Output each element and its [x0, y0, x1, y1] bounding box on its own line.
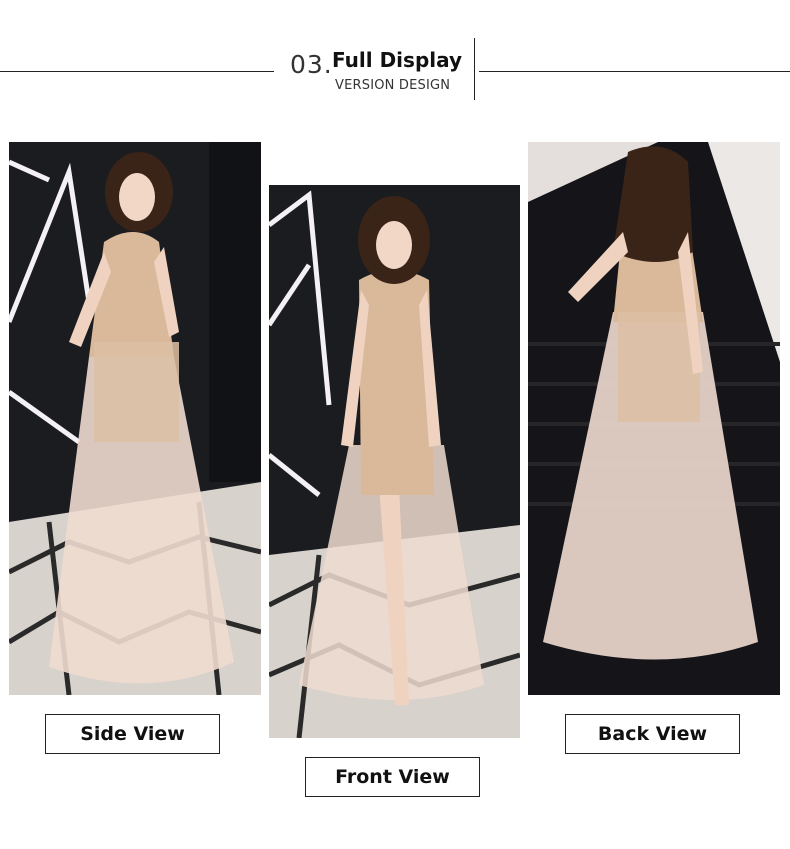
back-view-photo [528, 142, 780, 695]
side-view-photo [9, 142, 261, 695]
section-title: Full Display [332, 48, 463, 72]
side-view-label: Side View [45, 714, 220, 754]
section-number: 03. [290, 50, 333, 79]
header-rule-left [0, 71, 274, 72]
header-rule-right [479, 71, 790, 72]
back-view-label: Back View [565, 714, 740, 754]
front-view-label: Front View [305, 757, 480, 797]
section-subtitle: VERSION DESIGN [335, 78, 451, 93]
front-view-photo [269, 185, 520, 738]
header-divider [474, 38, 475, 100]
